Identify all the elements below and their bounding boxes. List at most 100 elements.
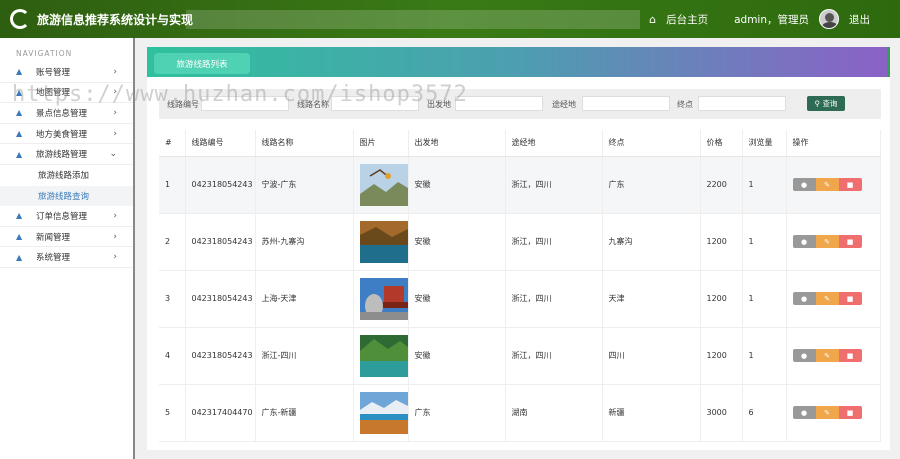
cell-views: 1 [742,156,787,214]
edit-button[interactable]: ✎ [815,349,839,362]
cell-origin: 安徽 [408,270,506,328]
chevron-down-icon: ⌄ [109,149,117,160]
cell-route-name: 宁波-广东 [255,156,354,214]
col-dest: 终点 [602,130,701,157]
dest-input[interactable] [698,96,786,111]
top-bar: 旅游信息推荐系统设计与实现 ⌂ 后台主页 admin，管理员 退出 [0,0,900,38]
table-row: 3 042318054243 上海-天津 安徽 浙江，四川 天津 1200 1 … [159,270,881,328]
table-row: 4 042318054243 浙江-四川 安徽 浙江，四川 四川 1200 1 … [159,327,881,385]
cell-price: 3000 [700,384,743,442]
cell-index: 3 [159,270,186,328]
edit-button[interactable]: ✎ [815,406,839,419]
cell-views: 1 [742,270,787,328]
home-icon[interactable]: ⌂ [649,13,656,26]
route-table: # 线路编号 线路名称 图片 出发地 途经地 终点 价格 浏览量 操作 1 04… [159,130,881,442]
table-row: 5 042317404470 广东-新疆 广东 湖南 新疆 3000 6 ● ✎ ■ [159,384,881,442]
edit-button[interactable]: ✎ [815,178,839,191]
cell-route-no: 042318054243 [185,327,256,385]
chevron-right-icon: › [113,107,117,118]
cell-price: 1200 [700,213,743,271]
view-button[interactable]: ● [792,349,816,362]
sidebar-item-orders[interactable]: ▲ 订单信息管理 › [0,206,133,227]
col-origin: 出发地 [408,130,506,157]
delete-button[interactable]: ■ [838,178,862,191]
edit-button[interactable]: ✎ [815,292,839,305]
col-image: 图片 [353,130,409,157]
home-icon: ▲ [16,87,23,97]
avatar[interactable] [819,9,839,29]
sidebar-item-news[interactable]: ▲ 新闻管理 › [0,227,133,248]
home-icon: ▲ [16,108,23,118]
cell-dest: 广东 [602,156,701,214]
cell-route-name: 上海-天津 [255,270,354,328]
cell-price: 2200 [700,156,743,214]
sidebar-item-label: 系统管理 [36,253,71,264]
view-button[interactable]: ● [792,292,816,305]
cell-image [353,327,409,385]
sidebar-item-scenic[interactable]: ▲ 景点信息管理 › [0,103,133,124]
cell-dest: 九寨沟 [602,213,701,271]
view-button[interactable]: ● [792,406,816,419]
origin-input[interactable] [455,96,543,111]
table-row: 2 042318054243 苏州-九寨沟 安徽 浙江，四川 九寨沟 1200 … [159,213,881,271]
sidebar-item-label: 订单信息管理 [36,211,88,222]
cell-dest: 天津 [602,270,701,328]
cell-via: 浙江，四川 [505,270,603,328]
cell-origin: 安徽 [408,156,506,214]
view-button[interactable]: ● [792,235,816,248]
cell-route-name: 广东-新疆 [255,384,354,442]
col-views: 浏览量 [742,130,787,157]
chevron-right-icon: › [113,128,117,139]
route-no-label: 线路编号 [167,99,199,109]
tab-route-list[interactable]: 旅游线路列表 [154,53,250,74]
table-row: 1 042318054243 宁波-广东 安徽 浙江，四川 广东 2200 1 … [159,156,881,214]
sidebar-item-map[interactable]: ▲ 地图管理 › [0,83,133,104]
delete-button[interactable]: ■ [838,349,862,362]
cell-route-no: 042318054243 [185,213,256,271]
cell-index: 5 [159,384,186,442]
chevron-right-icon: › [113,231,117,242]
sidebar-item-account[interactable]: ▲ 账号管理 › [0,62,133,83]
sidebar-subitem-route-query[interactable]: 旅游线路查询 [0,185,133,207]
view-button[interactable]: ● [792,178,816,191]
app-title: 旅游信息推荐系统设计与实现 [37,12,194,27]
route-name-input[interactable] [331,96,419,111]
user-label: admin，管理员 [734,13,809,26]
delete-button[interactable]: ■ [838,235,862,248]
sidebar-item-system[interactable]: ▲ 系统管理 › [0,247,133,268]
cell-dest: 新疆 [602,384,701,442]
sidebar-item-food[interactable]: ▲ 地方美食管理 › [0,124,133,145]
route-thumbnail [359,220,408,263]
main-panel: 旅游线路列表 线路编号 线路名称 出发地 途经地 终点 ⚲ 查询 # 线路编号 … [147,47,890,450]
sidebar-item-label: 旅游线路管理 [36,150,88,161]
cell-actions: ● ✎ ■ [786,384,881,442]
cell-route-name: 浙江-四川 [255,327,354,385]
chevron-right-icon: › [113,252,117,263]
table-header-row: # 线路编号 线路名称 图片 出发地 途经地 终点 价格 浏览量 操作 [159,130,881,157]
sidebar-item-label: 账号管理 [36,67,71,78]
home-link[interactable]: 后台主页 [666,12,708,27]
sidebar-item-routes[interactable]: ▲ 旅游线路管理 ⌄ [0,144,133,165]
cell-views: 1 [742,213,787,271]
origin-label: 出发地 [427,99,451,109]
cell-price: 1200 [700,270,743,328]
via-input[interactable] [582,96,670,111]
edit-button[interactable]: ✎ [815,235,839,248]
panel-header [147,47,890,77]
dest-label: 终点 [677,99,693,109]
cell-image [353,270,409,328]
route-thumbnail [359,334,408,377]
delete-button[interactable]: ■ [838,406,862,419]
blurred-region [186,10,640,29]
sidebar: NAVIGATION ▲ 账号管理 › ▲ 地图管理 › ▲ 景点信息管理 › ▲ 地方美食管… [0,38,135,459]
sidebar-subitem-route-add[interactable]: 旅游线路添加 [0,165,133,186]
search-button[interactable]: ⚲ 查询 [807,96,845,111]
delete-button[interactable]: ■ [838,292,862,305]
home-icon: ▲ [16,232,23,242]
logout-link[interactable]: 退出 [849,12,870,27]
cell-dest: 四川 [602,327,701,385]
route-no-input[interactable] [201,96,289,111]
cell-origin: 安徽 [408,327,506,385]
route-thumbnail [359,277,408,320]
col-price: 价格 [700,130,743,157]
